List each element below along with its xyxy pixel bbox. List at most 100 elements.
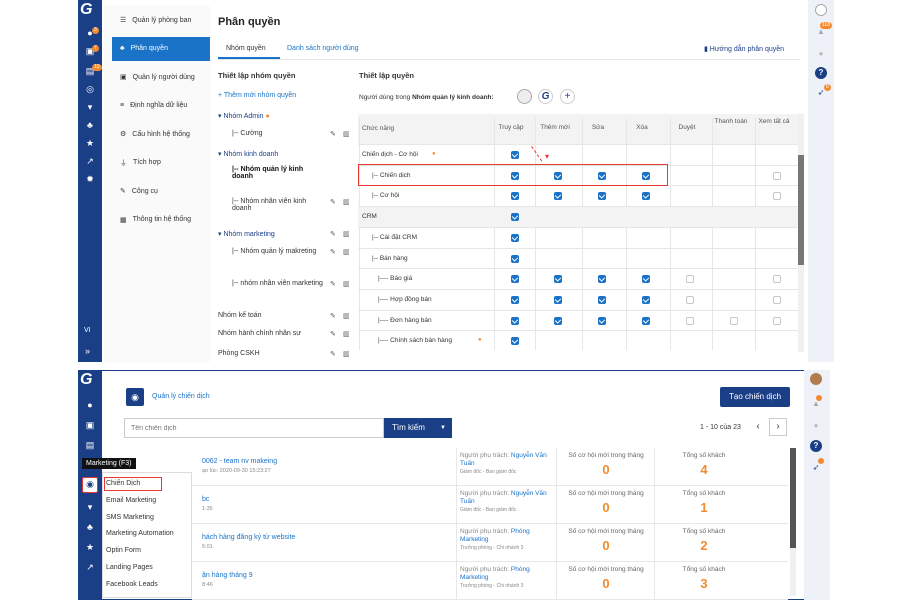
guide-link[interactable]: ▮ Hướng dẫn phân quyền [704, 45, 784, 53]
group-item[interactable]: |-- Cường [232, 130, 325, 137]
permission-checkbox[interactable] [686, 295, 694, 304]
search-button[interactable]: Tìm kiếm ▼ [384, 418, 452, 438]
edit-icon[interactable]: ✎ [330, 198, 336, 206]
group-item[interactable]: |-- Nhóm nhân viên kinh doanh [232, 198, 325, 212]
marketing-menu-item[interactable]: Marketing Automation [106, 530, 174, 537]
list-scroll-thumb[interactable] [790, 448, 796, 548]
permission-checkbox[interactable] [598, 192, 606, 201]
permission-checkbox[interactable] [642, 275, 650, 284]
trash-icon[interactable]: ▥ [343, 198, 350, 206]
group-item[interactable]: |-- Nhóm quản lý makreting [232, 248, 325, 255]
prev-page-button[interactable]: ‹ [750, 419, 766, 435]
bottom-logo[interactable]: G [80, 371, 92, 389]
permission-checkbox[interactable] [773, 295, 781, 304]
campaign-name[interactable]: 0062 - team nv makeing [202, 458, 277, 465]
marketing-menu-item[interactable]: Email Marketing [106, 497, 156, 504]
permission-checkbox[interactable] [686, 275, 694, 284]
cart-icon[interactable]: ▾ [78, 100, 102, 114]
group-item[interactable]: ▾ Nhóm kinh doanh [218, 150, 325, 158]
permission-checkbox[interactable] [511, 316, 519, 325]
network-icon[interactable]: ♣ [78, 118, 102, 132]
marketing-menu-item[interactable]: Optin Form [106, 547, 141, 554]
marketing-menu-item[interactable]: Facebook Leads [106, 581, 158, 588]
tab-permission-groups[interactable]: Nhóm quyền [226, 45, 266, 52]
edit-icon[interactable]: ✎ [330, 248, 336, 256]
expand-icon[interactable]: » [85, 346, 90, 356]
cart-icon[interactable]: ▾ [78, 500, 102, 514]
edit-icon[interactable]: ✎ [330, 330, 336, 338]
permission-checkbox[interactable] [686, 316, 694, 325]
permission-checkbox[interactable] [642, 192, 650, 201]
trash-icon[interactable]: ▥ [343, 330, 350, 338]
settings-menu-item[interactable]: ☰ Quản lý phòng ban [112, 8, 210, 32]
help-icon[interactable]: ? [815, 67, 827, 79]
contacts-icon[interactable]: ▣ [78, 418, 102, 432]
group-item[interactable]: |-- nhóm nhân viên marketing [232, 280, 325, 287]
settings-menu-item[interactable]: ♣ Phân quyền [112, 36, 210, 61]
permission-checkbox[interactable] [511, 254, 519, 263]
gear-icon[interactable]: ✹ [78, 172, 102, 186]
group-item[interactable]: ▾ Nhóm Admin ● [218, 112, 325, 120]
settings-menu-item[interactable]: ▣ Quản lý người dùng [112, 65, 210, 89]
chat-bubble-icon[interactable]: ● [815, 48, 827, 60]
language-label[interactable]: VI [84, 327, 91, 334]
group-item[interactable]: Nhóm hành chính nhân sự [218, 330, 325, 337]
top-logo[interactable]: G [80, 1, 92, 19]
campaign-name[interactable]: bc [202, 496, 209, 503]
network-icon[interactable]: ♣ [78, 520, 102, 534]
permission-checkbox[interactable] [511, 275, 519, 284]
add-user-button[interactable]: + [560, 89, 575, 104]
permission-checkbox[interactable] [511, 192, 519, 201]
chat-bubble-icon[interactable]: ● [810, 420, 822, 432]
edit-icon[interactable]: ✎ [330, 130, 336, 138]
settings-menu-item[interactable]: ✎ Công cụ [112, 179, 210, 203]
permission-checkbox[interactable] [598, 295, 606, 304]
create-campaign-button[interactable]: Tạo chiến dịch [720, 387, 790, 407]
permission-checkbox[interactable] [511, 337, 519, 346]
edit-icon[interactable]: ✎ [330, 280, 336, 288]
edit-icon[interactable]: ✎ [330, 230, 336, 238]
permission-checkbox[interactable] [554, 275, 562, 284]
permission-checkbox[interactable] [554, 316, 562, 325]
trash-icon[interactable]: ▥ [343, 350, 350, 358]
permission-checkbox[interactable] [642, 295, 650, 304]
permission-checkbox[interactable] [773, 316, 781, 325]
avatar[interactable] [517, 89, 532, 104]
campaign-name[interactable]: ận hàng tháng 9 [202, 572, 253, 579]
help-icon[interactable]: ? [810, 440, 822, 452]
trash-icon[interactable]: ▥ [343, 230, 350, 238]
group-item[interactable]: ▾ Nhóm marketing [218, 230, 325, 238]
group-item[interactable]: |-- Nhóm quản lý kinh doanh [232, 166, 325, 180]
settings-menu-item[interactable]: ⏚ Tích hợp [112, 151, 210, 175]
trash-icon[interactable]: ▥ [343, 280, 350, 288]
permission-checkbox[interactable] [554, 192, 562, 201]
trash-icon[interactable]: ▥ [343, 130, 350, 138]
chart-icon[interactable]: ↗ [78, 154, 102, 168]
permission-checkbox[interactable] [773, 192, 781, 201]
star-icon[interactable]: ★ [78, 136, 102, 150]
settings-menu-item[interactable]: ≡ Định nghĩa dữ liệu [112, 94, 210, 118]
permission-checkbox[interactable] [642, 316, 650, 325]
permission-checkbox[interactable] [511, 233, 519, 242]
permission-checkbox[interactable] [598, 316, 606, 325]
edit-icon[interactable]: ✎ [330, 312, 336, 320]
settings-menu-item[interactable]: ⚙ Cấu hình hệ thống [112, 122, 210, 146]
settings-menu-item[interactable]: ▦ Thông tin hệ thống [112, 208, 210, 232]
tab-user-list[interactable]: Danh sách người dùng [287, 45, 359, 52]
star-icon[interactable]: ★ [78, 540, 102, 554]
add-group-link[interactable]: + Thêm mới nhóm quyền [218, 92, 296, 99]
profile-icon[interactable] [815, 4, 827, 16]
avatar[interactable]: G [538, 89, 553, 104]
trash-icon[interactable]: ▥ [343, 312, 350, 320]
trash-icon[interactable]: ▥ [343, 248, 350, 256]
permission-checkbox[interactable] [598, 275, 606, 284]
group-item[interactable]: Nhóm kế toán [218, 312, 325, 319]
permission-checkbox[interactable] [511, 295, 519, 304]
profile-avatar[interactable] [810, 373, 822, 385]
permission-checkbox[interactable] [554, 295, 562, 304]
permission-checkbox[interactable] [730, 316, 738, 325]
marketing-icon[interactable]: ◉ [82, 477, 98, 493]
next-page-button[interactable]: › [769, 418, 787, 436]
marketing-menu-item[interactable]: Landing Pages [106, 564, 153, 571]
edit-icon[interactable]: ✎ [330, 350, 336, 358]
